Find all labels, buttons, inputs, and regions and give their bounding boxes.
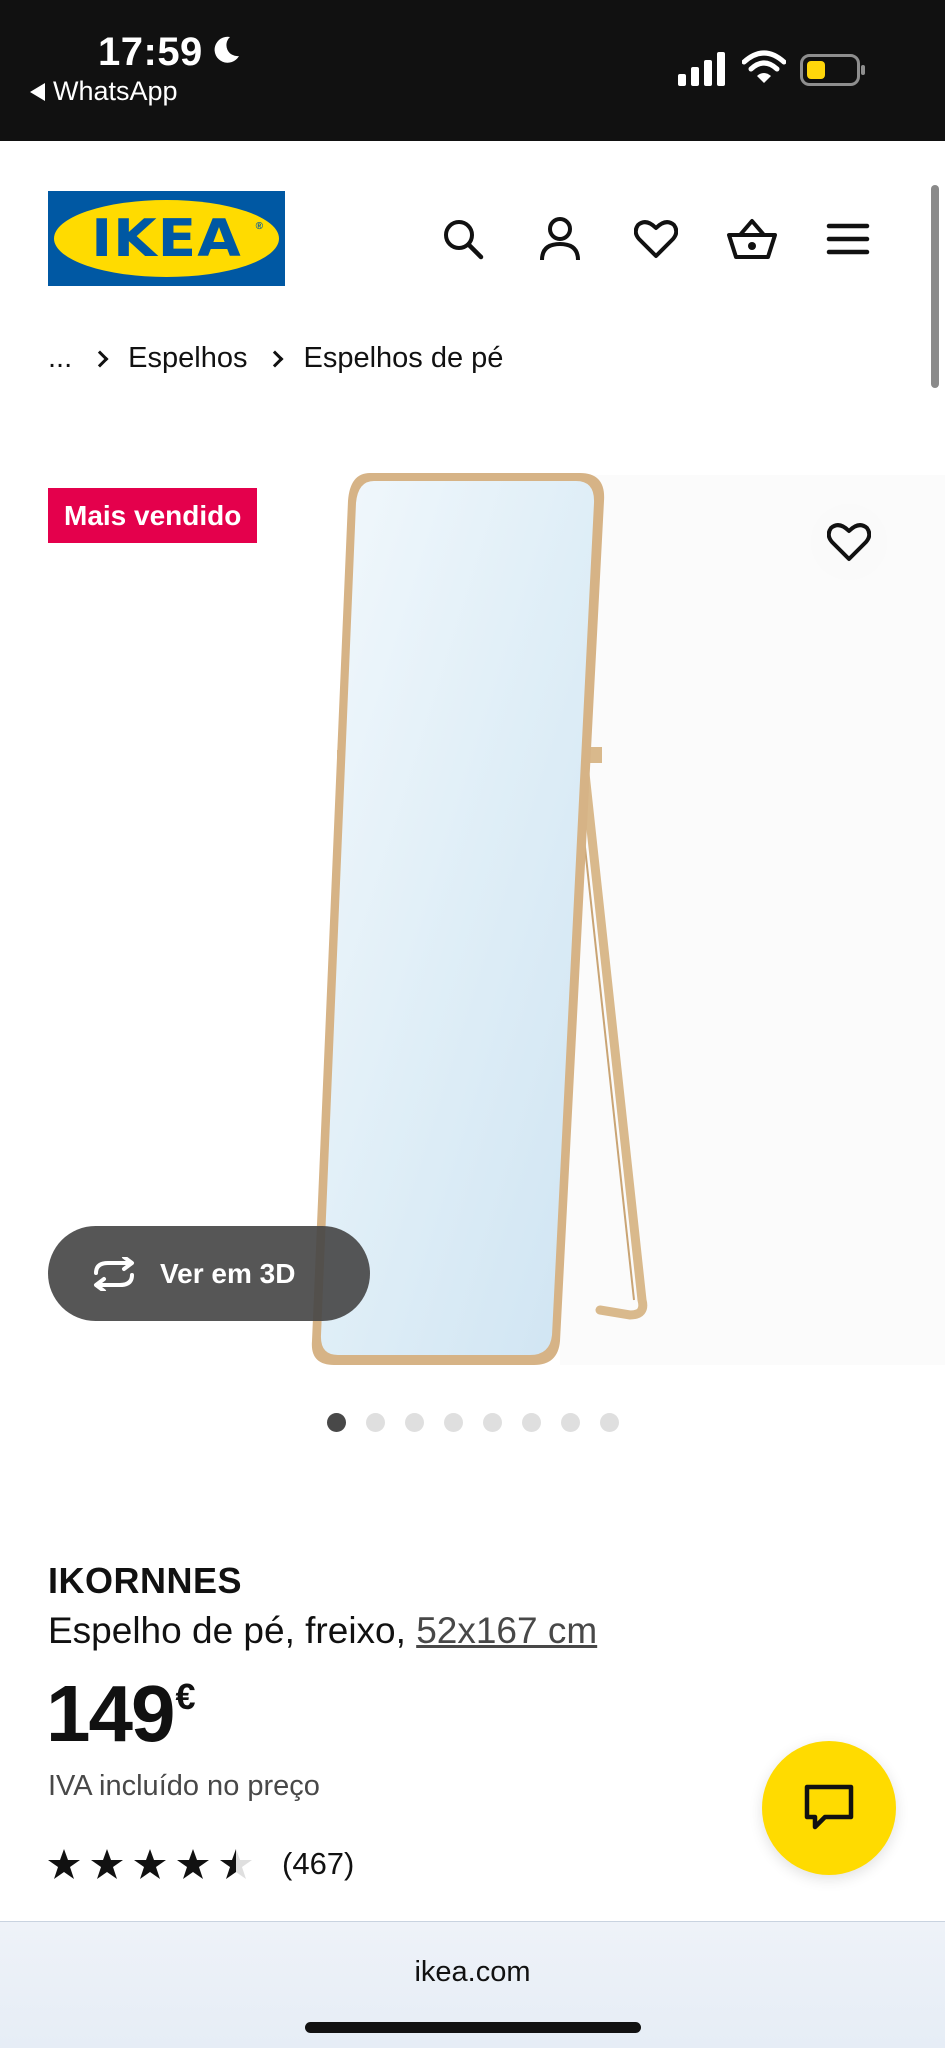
page-scrollbar[interactable]: [931, 185, 939, 388]
product-price: 149 €: [46, 1668, 196, 1760]
logo-text: IKEA: [91, 208, 242, 269]
browser-url-bar[interactable]: ikea.com: [0, 1921, 945, 2048]
breadcrumb: ... Espelhos Espelhos de pé: [48, 342, 503, 375]
chat-icon: [804, 1784, 854, 1830]
account-icon[interactable]: [534, 213, 586, 265]
url-text[interactable]: ikea.com: [0, 1956, 945, 1989]
view-in-3d-button[interactable]: Ver em 3D: [48, 1226, 370, 1321]
menu-icon[interactable]: [822, 213, 874, 265]
breadcrumb-item-espelhos-de-pe[interactable]: Espelhos de pé: [303, 342, 503, 375]
rating-stars-icon: [48, 1849, 252, 1879]
product-description-text: Espelho de pé, freixo,: [48, 1610, 406, 1651]
price-value: 149: [46, 1669, 175, 1758]
status-bar: 17:59 WhatsApp: [0, 0, 945, 141]
carousel-dot[interactable]: [326, 1413, 346, 1432]
battery-icon: [800, 54, 865, 86]
product-name: IKORNNES: [48, 1560, 243, 1601]
carousel-dot[interactable]: [599, 1413, 619, 1432]
moon-icon: [214, 36, 239, 63]
back-arrow-icon: [30, 82, 45, 101]
chevron-right-icon: [266, 350, 284, 367]
rotate-3d-icon: [94, 1256, 134, 1291]
status-time: 17:59: [98, 30, 203, 74]
search-icon[interactable]: [437, 213, 489, 265]
heart-icon[interactable]: [630, 213, 682, 265]
site-header: IKEA ®: [0, 141, 945, 321]
home-indicator: [305, 2022, 641, 2033]
breadcrumb-item-espelhos[interactable]: Espelhos: [128, 342, 247, 375]
carousel-dot[interactable]: [443, 1413, 463, 1432]
carousel-dots: [0, 1413, 945, 1432]
product-description: Espelho de pé, freixo, 52x167 cm: [48, 1610, 597, 1652]
heart-icon: [827, 523, 871, 561]
breadcrumb-ellipsis[interactable]: ...: [48, 342, 72, 375]
wifi-icon: [742, 50, 786, 83]
carousel-dot[interactable]: [365, 1413, 385, 1432]
logo-registered-mark: ®: [255, 221, 263, 232]
chevron-right-icon: [91, 350, 109, 367]
bestseller-badge: Mais vendido: [48, 488, 258, 543]
add-to-favourites-button[interactable]: [811, 504, 887, 580]
cellular-signal-icon: [678, 52, 725, 86]
back-to-app-link[interactable]: WhatsApp: [30, 76, 178, 107]
carousel-dot[interactable]: [482, 1413, 502, 1432]
rating-count: (467): [282, 1846, 355, 1881]
price-currency: €: [175, 1676, 195, 1717]
carousel-dot[interactable]: [560, 1413, 580, 1432]
product-size-link[interactable]: 52x167 cm: [416, 1610, 597, 1651]
vat-note: IVA incluído no preço: [48, 1770, 320, 1802]
product-rating[interactable]: (467): [48, 1846, 354, 1882]
ikea-logo[interactable]: IKEA ®: [48, 191, 285, 286]
carousel-dot[interactable]: [521, 1413, 541, 1432]
back-app-label: WhatsApp: [53, 76, 178, 106]
view-in-3d-label: Ver em 3D: [160, 1257, 296, 1289]
basket-icon[interactable]: [726, 213, 778, 265]
chat-button[interactable]: [762, 1741, 896, 1875]
carousel-dot[interactable]: [404, 1413, 424, 1432]
